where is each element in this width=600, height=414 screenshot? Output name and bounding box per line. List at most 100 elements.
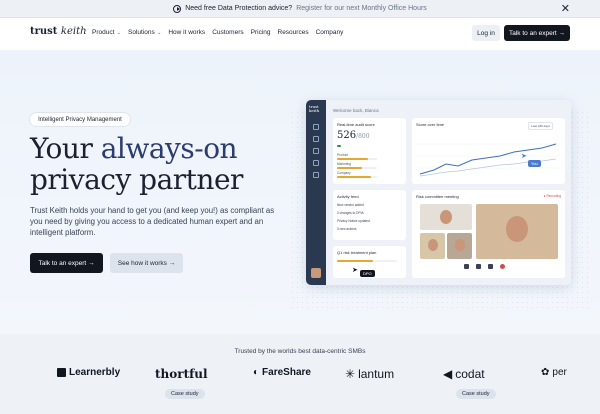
brand-name: codat — [455, 367, 485, 381]
brand-logo-thortful: thortful — [155, 367, 208, 381]
announcement-bar: Need free Data Protection advice? Regist… — [0, 0, 600, 18]
nav-item-customers[interactable]: Customers — [212, 29, 243, 36]
logo-script: keith — [60, 26, 87, 37]
score-bar — [337, 167, 377, 169]
mic-icon[interactable] — [476, 264, 481, 269]
talk-to-expert-button[interactable]: Talk to an expert → — [504, 25, 570, 41]
play-icon — [173, 4, 182, 13]
nav-item-solutions[interactable]: Solutions ⌄ — [128, 29, 161, 36]
brand-name: lantum — [358, 367, 395, 381]
plan-progress — [337, 260, 397, 262]
score-max: /800 — [356, 133, 370, 140]
status-badge — [337, 145, 341, 147]
tag-row — [337, 145, 341, 147]
card-title: Q1 risk treatment plan — [337, 250, 377, 255]
home-icon — [313, 124, 319, 130]
nav-item-product[interactable]: Product ⌄ — [92, 29, 121, 36]
cursor-icon: ➤ — [352, 267, 358, 274]
video-tile — [420, 233, 445, 259]
dashboard-sidebar: trust keith — [306, 100, 326, 285]
participant-face — [440, 210, 452, 224]
nav-label: Product — [92, 29, 115, 36]
sidebar-logo: trust keith — [309, 104, 320, 113]
close-icon[interactable]: ✕ — [561, 2, 570, 15]
shield-icon — [313, 160, 319, 166]
bar-fill — [337, 167, 362, 169]
chart-icon — [313, 172, 319, 178]
video-tile-main — [476, 204, 558, 259]
brand-logo-codat: ◀ codat — [443, 367, 485, 381]
activity-row: 3 changes to DPIA — [337, 211, 364, 215]
fareshare-icon: ◐ — [253, 367, 260, 378]
hero-title: Your always-on privacy partner — [30, 133, 243, 195]
brand-logo-per: ✿ per — [541, 367, 567, 378]
hero-how-button[interactable]: See how it works → — [110, 253, 183, 273]
brand-logo-fareshare: ◐ FareShare — [253, 367, 311, 378]
score-number: 526 — [337, 130, 357, 141]
video-tile — [420, 204, 472, 230]
login-button[interactable]: Log in — [472, 25, 500, 41]
announcement-lead: Need free Data Protection advice? — [185, 5, 293, 12]
card-title: Activity feed — [337, 194, 359, 199]
top-nav: trust keith Product ⌄ Solutions ⌄ How it… — [0, 18, 600, 50]
activity-row: 3 new actions — [337, 227, 357, 231]
cursor-icon: ➤ — [521, 153, 527, 160]
case-study-link[interactable]: Case study — [456, 389, 496, 399]
call-controls — [464, 264, 505, 269]
trusted-by-section: Trusted by the worlds best data-centric … — [0, 334, 600, 414]
card-title: Real-time audit score — [337, 122, 375, 127]
nav-item-pricing[interactable]: Pricing — [251, 29, 271, 36]
per-icon: ✿ — [541, 367, 550, 378]
hero-title-part: Your — [30, 132, 101, 165]
nav-item-how-it-works[interactable]: How it works — [168, 29, 205, 36]
bar-label: Product — [337, 153, 348, 157]
nav-menu: Product ⌄ Solutions ⌄ How it works Custo… — [92, 29, 343, 36]
activity-row: New vendor added — [337, 203, 364, 207]
you-tag: You — [528, 160, 541, 167]
score-bar — [337, 176, 377, 178]
more-icon[interactable] — [488, 264, 493, 269]
hero-pill: Intelligent Privacy Management — [30, 113, 130, 126]
hero-title-accent: always-on — [100, 132, 238, 165]
brand-logo-lantum: ✳ lantum — [345, 367, 394, 381]
score-value: 526/800 — [337, 130, 370, 141]
chevron-down-icon: ⌄ — [115, 30, 121, 36]
welcome-text: Welcome back, Bianca — [333, 108, 379, 113]
range-select[interactable]: Last 180 days — [528, 122, 553, 130]
meeting-card: Risk committee meeting ● Recording — [412, 190, 565, 278]
learnerbly-icon — [57, 368, 66, 377]
brand-name: FareShare — [262, 367, 311, 378]
score-bar — [337, 158, 377, 160]
chevron-down-icon: ⌄ — [155, 30, 162, 36]
audit-score-card: Real-time audit score 526/800 Product Ma… — [333, 118, 406, 184]
brand-name: Learnerbly — [69, 367, 121, 378]
camera-icon[interactable] — [464, 264, 469, 269]
nav-item-company[interactable]: Company — [316, 29, 344, 36]
dashboard-mockup: trust keith Welcome back, Bianca Real-tim… — [306, 100, 571, 285]
recording-indicator: ● Recording — [543, 194, 561, 198]
lantum-icon: ✳ — [345, 367, 356, 381]
hero-subtitle: Trust Keith holds your hand to get you (… — [30, 206, 275, 237]
nav-item-resources[interactable]: Resources — [278, 29, 309, 36]
logo-text: trust — [30, 26, 58, 37]
end-call-icon[interactable] — [500, 264, 505, 269]
score-chart-card: Score over time Last 180 days — [412, 118, 565, 184]
brand-logo-learnerbly: Learnerbly — [57, 367, 120, 378]
participant-face — [428, 239, 438, 251]
trust-keith-logo[interactable]: trust keith — [30, 26, 87, 37]
hero-title-part: privacy partner — [30, 163, 243, 196]
list-icon — [313, 136, 319, 142]
bar-fill — [337, 158, 369, 160]
bar-fill — [337, 176, 372, 178]
doc-icon — [313, 148, 319, 154]
video-tile — [447, 233, 472, 259]
announcement-link[interactable]: Register for our next Monthly Office Hou… — [296, 5, 427, 12]
hero-talk-button[interactable]: Talk to an expert → — [30, 253, 103, 273]
card-title: Score over time — [416, 122, 445, 127]
case-study-link[interactable]: Case study — [165, 389, 205, 399]
avatar — [311, 268, 321, 278]
dpo-tag: DPO — [360, 270, 375, 277]
bar-label: Marketing — [337, 162, 351, 166]
participant-face — [506, 216, 528, 242]
participant-face — [455, 239, 465, 251]
